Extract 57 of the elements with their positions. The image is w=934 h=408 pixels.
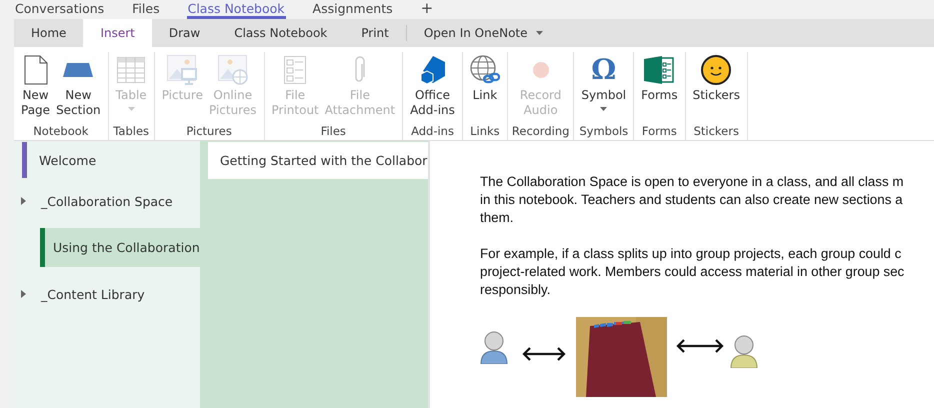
- body-text: them.: [480, 209, 514, 227]
- ribbon-button[interactable]: Ω Symbol: [578, 52, 630, 124]
- ribbon-tab[interactable]: Print: [344, 19, 406, 47]
- expand-arrow-icon[interactable]: [21, 197, 26, 205]
- forms-icon: [644, 56, 674, 84]
- section-item[interactable]: Welcome: [14, 142, 200, 178]
- section-item[interactable]: _Content Library: [14, 271, 200, 317]
- group-label: Recording: [512, 124, 570, 140]
- ribbon-button[interactable]: Stickers: [690, 52, 743, 124]
- add-tab-button[interactable]: +: [420, 1, 434, 19]
- picture-icon: [167, 55, 198, 85]
- document-list-icon: [284, 56, 306, 84]
- ribbon-tab[interactable]: Insert: [83, 19, 152, 47]
- cube-icon: [418, 56, 446, 84]
- ribbon-button[interactable]: Forms: [638, 52, 681, 124]
- body-text: in this notebook. Teachers and students can also create new sections a: [480, 191, 903, 209]
- body-text: project-related work. Members could access material in other group sec: [480, 263, 904, 281]
- group-label: Forms: [642, 124, 677, 140]
- ribbon-button[interactable]: Office Add-ins: [407, 52, 458, 124]
- group-label: Tables: [113, 124, 150, 140]
- body-text: The Collaboration Space is open to everyone in a class, and all class m: [480, 173, 904, 191]
- ribbon-tab[interactable]: Home: [14, 19, 84, 47]
- group-label: Files: [320, 124, 346, 140]
- group-label: Stickers: [694, 124, 739, 140]
- app-tab[interactable]: Assignments: [312, 1, 394, 19]
- person-icon: [480, 330, 508, 364]
- picture-globe-icon: [218, 55, 248, 85]
- double-arrow-icon: [522, 347, 566, 361]
- group-label: Symbols: [579, 124, 628, 140]
- group-label: Links: [470, 124, 500, 140]
- body-text: responsibly.: [480, 281, 550, 299]
- section-tab-icon: [63, 63, 94, 77]
- group-label: Add-ins: [411, 124, 454, 140]
- double-arrow-icon: [676, 339, 724, 353]
- person-icon: [730, 334, 758, 368]
- body-text: For example, if a class splits up into group projects, each group could c: [480, 245, 902, 263]
- page-icon: [24, 55, 48, 85]
- ribbon-tab[interactable]: Draw: [152, 19, 218, 47]
- ribbon-tab[interactable]: Class Notebook: [217, 19, 344, 47]
- paperclip-icon: [354, 56, 366, 84]
- globe-link-icon: [470, 55, 500, 85]
- ribbon-tab[interactable]: Open In OneNote: [406, 19, 560, 47]
- ribbon-button[interactable]: New Section: [53, 52, 104, 124]
- omega-icon: Ω: [591, 54, 616, 86]
- app-tab[interactable]: Files: [131, 1, 161, 19]
- page-item[interactable]: Getting Started with the Collabor: [208, 142, 428, 179]
- app-tab[interactable]: Conversations: [14, 1, 106, 19]
- smiley-icon: [701, 55, 732, 85]
- group-label: Pictures: [186, 124, 232, 140]
- section-item[interactable]: _Collaboration Space: [14, 178, 200, 224]
- ribbon-button[interactable]: Link: [466, 52, 503, 124]
- table-icon: [117, 57, 146, 83]
- expand-arrow-icon[interactable]: [21, 290, 26, 298]
- ribbon-button[interactable]: New Page: [18, 52, 54, 124]
- group-label: Notebook: [33, 124, 88, 140]
- record-icon: [532, 62, 549, 78]
- section-item[interactable]: Using the Collaboration: [40, 228, 200, 267]
